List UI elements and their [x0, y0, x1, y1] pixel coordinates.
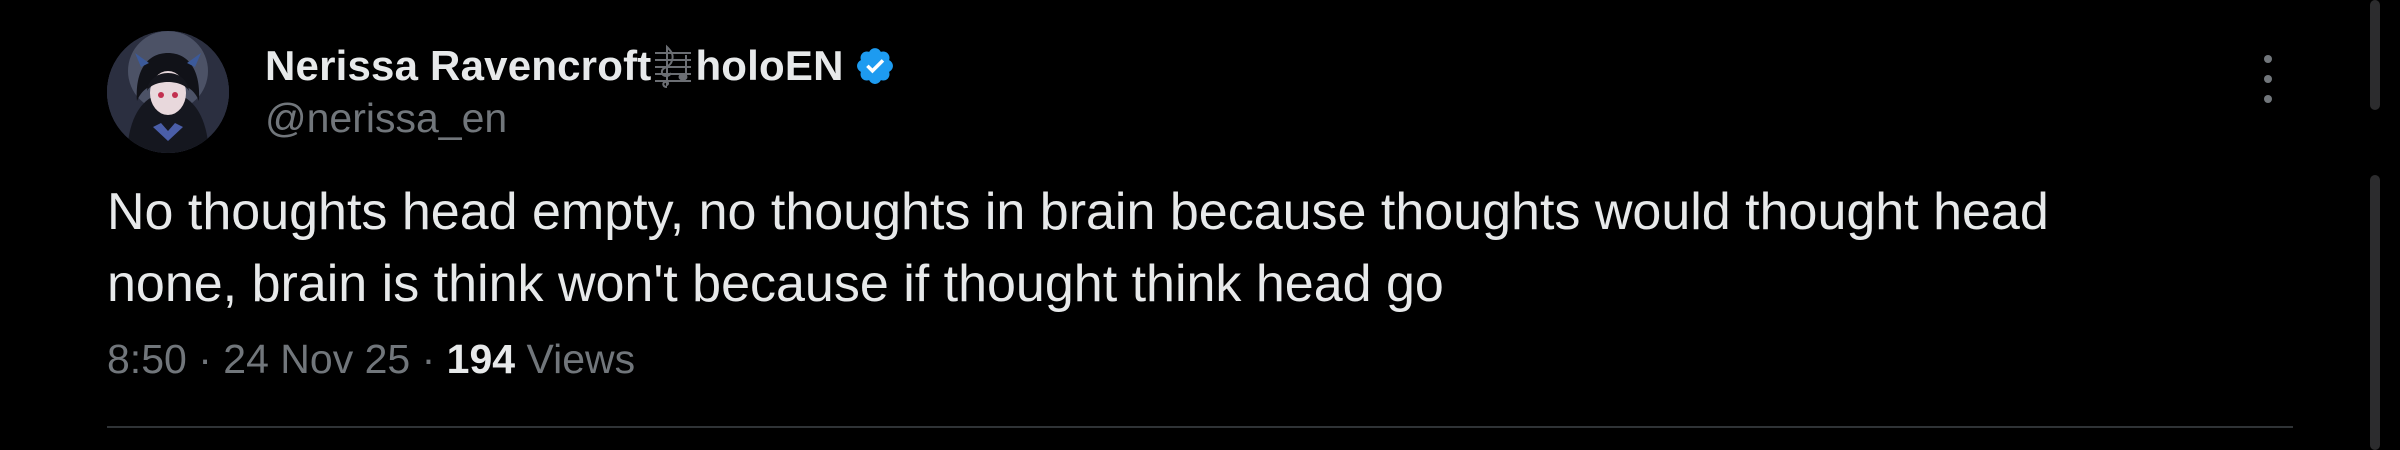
tweet-text-line: none, brain is think won't because if th…: [107, 255, 1444, 313]
meta-separator: ·: [421, 336, 436, 382]
views-label: Views: [526, 336, 636, 382]
tweet-text-line: No thoughts head empty, no thoughts in b…: [107, 183, 2049, 241]
avatar[interactable]: [107, 31, 229, 153]
meta-separator: ·: [198, 336, 212, 382]
avatar-image: [107, 31, 229, 153]
tweet-meta: 8:50 · 24 Nov 25 · 194 Views: [107, 336, 635, 383]
verified-badge-icon[interactable]: [854, 45, 896, 87]
user-handle[interactable]: @nerissa_en: [265, 95, 507, 142]
display-name-prefix: Nerissa Ravencroft: [265, 42, 652, 89]
tweet-time[interactable]: 8:50: [107, 336, 187, 382]
tweet-text: No thoughts head empty, no thoughts in b…: [107, 176, 2257, 320]
music-score-icon: [655, 44, 692, 88]
scrollbar-thumb-top[interactable]: [2370, 0, 2380, 110]
tweet-card: Nerissa Ravencroft holoEN @nerissa_en No: [0, 0, 2400, 450]
more-options-icon[interactable]: [2248, 55, 2288, 103]
more-dot: [2264, 75, 2272, 83]
tweet-date[interactable]: 24 Nov 25: [223, 336, 410, 382]
views-link[interactable]: 194 Views: [447, 336, 635, 382]
more-dot: [2264, 95, 2272, 103]
display-name-row[interactable]: Nerissa Ravencroft holoEN: [265, 38, 896, 94]
views-count: 194: [446, 336, 516, 382]
display-name-suffix: holoEN: [695, 42, 844, 89]
divider: [107, 426, 2293, 428]
scrollbar-thumb[interactable]: [2370, 175, 2380, 450]
more-dot: [2264, 55, 2272, 63]
